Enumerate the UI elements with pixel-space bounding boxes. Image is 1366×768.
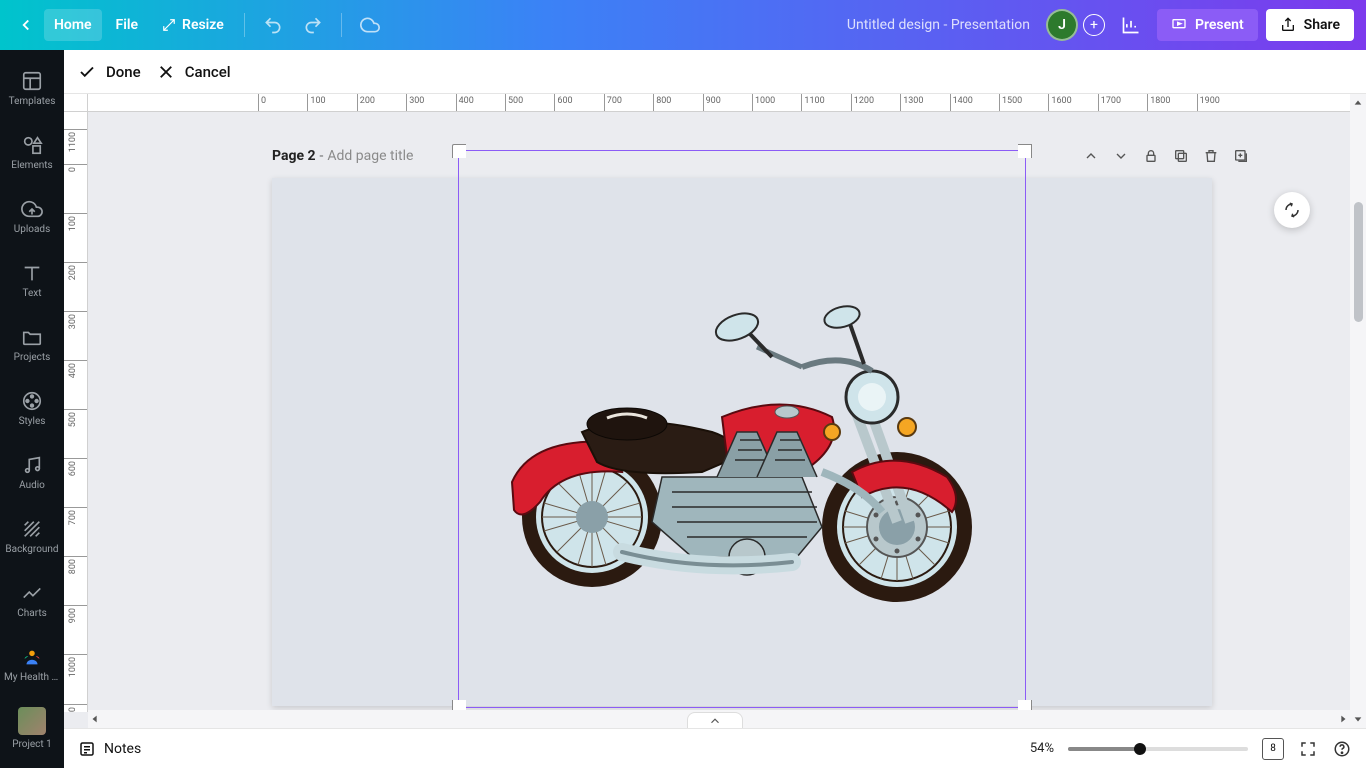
- templates-icon: [21, 70, 43, 92]
- resize-icon: [162, 18, 176, 32]
- slide-canvas[interactable]: [272, 178, 1212, 706]
- background-icon: [21, 518, 43, 540]
- charts-icon: [21, 582, 43, 604]
- home-button[interactable]: Home: [44, 9, 102, 41]
- projects-icon: [21, 326, 43, 348]
- page-number-label: Page 2: [272, 148, 316, 164]
- sidebar-item-elements[interactable]: Elements: [0, 120, 64, 184]
- present-button[interactable]: Present: [1157, 9, 1258, 41]
- vertical-scrollbar-thumb[interactable]: [1354, 202, 1363, 322]
- scroll-right-button[interactable]: [1336, 712, 1350, 726]
- notes-icon: [78, 740, 96, 758]
- help-button[interactable]: [1332, 739, 1352, 759]
- check-icon: [78, 63, 96, 81]
- vertical-ruler: 1100010020030040050060070080090010000: [64, 94, 88, 712]
- crop-toolbar: Done Cancel: [64, 50, 1366, 94]
- sidebar: Templates Elements Uploads Text Projects…: [0, 50, 64, 768]
- fullscreen-button[interactable]: [1298, 739, 1318, 759]
- back-button[interactable]: [12, 9, 40, 41]
- notes-button[interactable]: Notes: [78, 740, 141, 758]
- done-label: Done: [106, 63, 141, 81]
- page-count-button[interactable]: 8: [1262, 738, 1284, 760]
- notes-label: Notes: [104, 741, 141, 757]
- done-button[interactable]: Done: [78, 63, 141, 81]
- scroll-down-button[interactable]: [1350, 710, 1366, 728]
- share-icon: [1280, 17, 1296, 33]
- horizontal-ruler: 0100200300400500600700800900100011001200…: [88, 94, 1350, 112]
- cancel-button[interactable]: Cancel: [157, 63, 231, 81]
- sidebar-item-label: Uploads: [12, 224, 52, 235]
- redo-button[interactable]: [295, 7, 331, 43]
- app-header: Home File Resize Untitled design - Prese…: [0, 0, 1366, 50]
- sidebar-item-label: Styles: [17, 416, 48, 427]
- expand-pages-panel-button[interactable]: [687, 712, 743, 728]
- sidebar-item-label: Text: [20, 288, 43, 299]
- motorcycle-image[interactable]: [502, 272, 982, 612]
- sidebar-item-project1[interactable]: Project 1: [0, 696, 64, 760]
- resize-label: Resize: [182, 17, 224, 33]
- ruler-corner: [64, 94, 88, 112]
- sidebar-item-label: Projects: [12, 352, 53, 363]
- present-label: Present: [1195, 17, 1244, 33]
- sparkle-icon: [1283, 201, 1301, 219]
- sidebar-item-audio[interactable]: Audio: [0, 440, 64, 504]
- page-delete-button[interactable]: [1202, 147, 1220, 165]
- sidebar-item-label: Background: [3, 544, 60, 555]
- page-lock-button[interactable]: [1142, 147, 1160, 165]
- zoom-level: 54%: [1012, 741, 1054, 756]
- sidebar-item-projects[interactable]: Projects: [0, 312, 64, 376]
- file-menu[interactable]: File: [106, 9, 149, 41]
- page-move-down-button[interactable]: [1112, 147, 1130, 165]
- divider: [341, 13, 342, 37]
- canvas-area: 0100200300400500600700800900100011001200…: [64, 94, 1366, 728]
- avatar[interactable]: J: [1046, 9, 1078, 41]
- add-member-button[interactable]: +: [1083, 14, 1105, 36]
- cancel-label: Cancel: [185, 63, 231, 81]
- sidebar-item-templates[interactable]: Templates: [0, 56, 64, 120]
- page-move-up-button[interactable]: [1082, 147, 1100, 165]
- sidebar-item-label: Templates: [7, 96, 58, 107]
- elements-icon: [21, 134, 43, 156]
- share-label: Share: [1304, 17, 1340, 33]
- sidebar-item-label: My Health C...: [2, 672, 62, 683]
- sidebar-item-label: Project 1: [10, 739, 54, 750]
- sidebar-item-text[interactable]: Text: [0, 248, 64, 312]
- scroll-left-button[interactable]: [88, 712, 102, 726]
- cloud-status-icon[interactable]: [352, 7, 388, 43]
- undo-button[interactable]: [255, 7, 291, 43]
- document-title[interactable]: Untitled design - Presentation: [839, 17, 1038, 33]
- page-duplicate-button[interactable]: [1172, 147, 1190, 165]
- styles-icon: [21, 390, 43, 412]
- sidebar-item-label: Elements: [9, 160, 54, 171]
- sidebar-item-background[interactable]: Background: [0, 504, 64, 568]
- sidebar-item-label: Audio: [17, 480, 47, 491]
- footer-bar: Notes 54% 8: [64, 728, 1366, 768]
- zoom-slider[interactable]: [1068, 747, 1248, 751]
- text-icon: [21, 262, 43, 284]
- custom-app-icon: [21, 646, 43, 668]
- resize-button[interactable]: Resize: [152, 9, 234, 41]
- zoom-slider-knob[interactable]: [1134, 743, 1146, 755]
- close-icon: [157, 63, 175, 81]
- scroll-up-button[interactable]: [1350, 94, 1366, 112]
- page-add-button[interactable]: [1232, 147, 1250, 165]
- insights-button[interactable]: [1113, 7, 1149, 43]
- vertical-scrollbar[interactable]: [1350, 112, 1366, 710]
- uploads-icon: [21, 198, 43, 220]
- page-title-separator: -: [320, 148, 324, 164]
- sidebar-item-charts[interactable]: Charts: [0, 568, 64, 632]
- chevron-up-icon: [708, 714, 722, 728]
- divider: [244, 13, 245, 37]
- sidebar-item-styles[interactable]: Styles: [0, 376, 64, 440]
- page-title-input[interactable]: Add page title: [327, 148, 413, 164]
- sidebar-item-uploads[interactable]: Uploads: [0, 184, 64, 248]
- sidebar-item-label: Charts: [15, 608, 49, 619]
- share-button[interactable]: Share: [1266, 9, 1354, 41]
- audio-icon: [21, 454, 43, 476]
- project-thumbnail-icon: [18, 707, 46, 735]
- present-icon: [1171, 17, 1187, 33]
- magic-regenerate-button[interactable]: [1274, 192, 1310, 228]
- sidebar-item-custom-app[interactable]: My Health C...: [0, 632, 64, 696]
